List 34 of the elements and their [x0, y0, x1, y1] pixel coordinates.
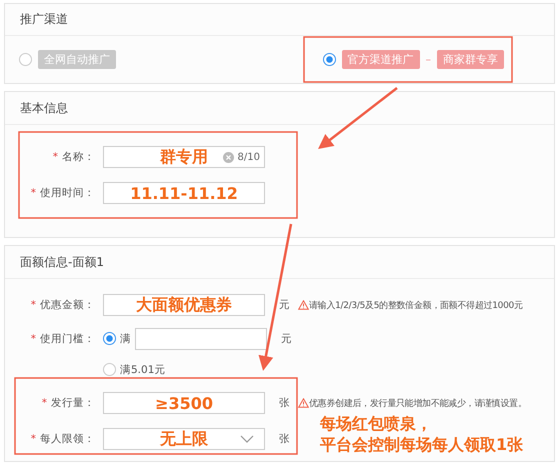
character-count: 8/10	[238, 152, 260, 162]
field-label: 发行量：	[51, 396, 95, 410]
input-field[interactable]: 11.11-11.12	[103, 182, 265, 204]
unit-label: 元	[279, 298, 290, 312]
field-label: 每人限领：	[40, 432, 95, 446]
required-mark: *	[30, 332, 36, 344]
field-label: 使用时间：	[40, 186, 95, 200]
unit-label: 张	[279, 396, 290, 410]
annotation-text: 每场红包喷泉，	[320, 413, 433, 434]
input-field[interactable]: 群专用 8/10	[103, 146, 265, 168]
option-label: 满5.01元	[120, 362, 166, 376]
required-mark: *	[30, 299, 36, 311]
section-title: 基本信息	[5, 92, 554, 125]
field-label: 名称：	[62, 150, 95, 164]
dropdown[interactable]: 无上限	[103, 428, 265, 450]
hint-text: 请输入1/2/3/5及5的整数倍金额，面额不得超过1000元	[309, 300, 523, 312]
input-field[interactable]: ≥3500	[103, 392, 265, 414]
required-mark: *	[52, 151, 58, 163]
option-label: 满	[120, 332, 131, 346]
input-field[interactable]: 大面额优惠券	[103, 294, 265, 316]
required-mark: *	[30, 187, 36, 199]
section-title: 面额信息-面额1	[5, 246, 554, 279]
channel-tag: 官方渠道推广	[342, 50, 420, 69]
required-mark: *	[42, 397, 47, 409]
annotation-text: 平台会控制每场每人领取1张	[320, 434, 524, 455]
required-mark: *	[30, 433, 36, 445]
unit-label: 元	[281, 332, 292, 346]
unit-label: 张	[279, 432, 290, 446]
section-title: 推广渠道	[5, 4, 554, 36]
channel-tag: 商家群专享	[437, 50, 504, 69]
field-label: 优惠金额：	[40, 298, 95, 312]
separator: –	[426, 53, 431, 66]
hint-text: 优惠券创建后，发行量只能增加不能减少，请谨慎设置。	[309, 398, 527, 410]
field-label: 使用门槛：	[40, 332, 95, 346]
